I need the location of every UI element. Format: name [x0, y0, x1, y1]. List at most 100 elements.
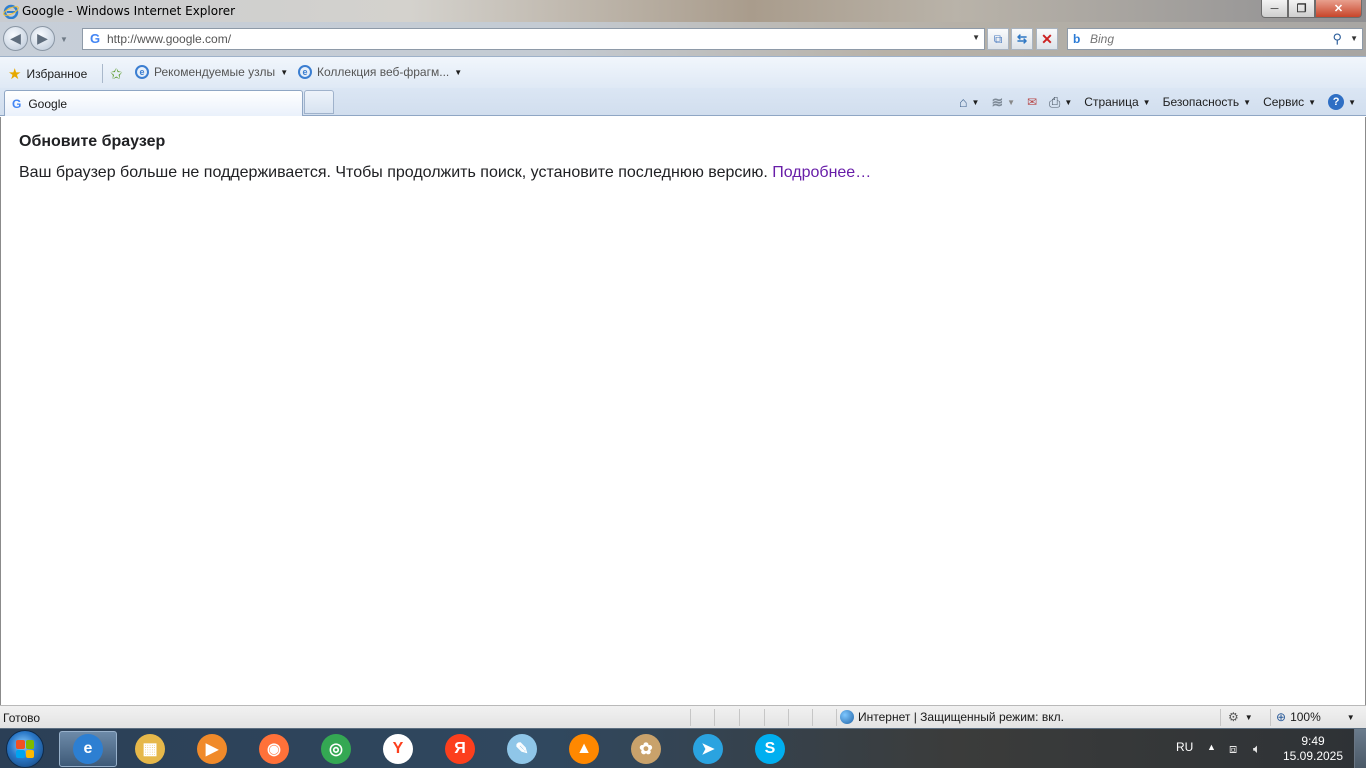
taskbar: e ▦ ▶ ◉ ◎ Y Я ✎ ▲ ✿ ➤ S RU ▲ ⧈ 🔈︎ 9:49 15.09.2025 [0, 728, 1366, 768]
stop-button[interactable]: ✕ [1036, 28, 1058, 50]
favorites-item-suggested-sites[interactable]: e Рекомендуемые узлы ▼ [135, 65, 288, 79]
favorites-button[interactable]: ★ Избранное [8, 65, 87, 83]
chevron-down-icon[interactable]: ▼ [1064, 98, 1072, 107]
feeds-button[interactable]: ≋ ▼ [987, 92, 1019, 112]
file-explorer-icon: ▦ [135, 734, 165, 764]
taskbar-app-chrome[interactable]: ◎ [307, 731, 365, 767]
address-bar[interactable]: G ▼ [82, 28, 985, 50]
status-divider [812, 709, 813, 726]
tab-row: G Google ⌂ ▼ ≋ ▼ ✉ ⎙ ▼ Страница ▼ Безопа… [0, 88, 1366, 116]
network-icon[interactable]: ⧈ [1229, 741, 1237, 757]
protected-mode-button[interactable]: ⚙ ▼ [1228, 710, 1253, 724]
print-button[interactable]: ⎙ ▼ [1045, 92, 1076, 112]
status-divider [836, 709, 837, 726]
close-button[interactable]: ✕ [1315, 0, 1362, 18]
status-divider [1270, 709, 1271, 726]
message-text: Ваш браузер больше не поддерживается. Чт… [19, 164, 773, 181]
search-input[interactable] [1090, 31, 1320, 47]
yandex-browser-icon: Y [383, 734, 413, 764]
help-menu[interactable]: ? ▼ [1324, 92, 1360, 112]
chevron-down-icon[interactable]: ▼ [972, 98, 980, 107]
taskbar-app-paint[interactable]: ✿ [617, 731, 675, 767]
read-mail-button[interactable]: ✉ [1023, 92, 1041, 112]
taskbar-app-skype[interactable]: S [741, 731, 799, 767]
favorites-separator [102, 64, 103, 83]
tab-label: Google [28, 96, 68, 111]
taskbar-app-firefox[interactable]: ◉ [245, 731, 303, 767]
window-controls: ─ ❐ ✕ [1261, 0, 1362, 18]
notepad-icon: ✎ [507, 734, 537, 764]
taskbar-app-vlc[interactable]: ▲ [555, 731, 613, 767]
clock[interactable]: 9:49 15.09.2025 [1280, 734, 1346, 764]
page-menu-label: Страница [1084, 95, 1139, 109]
safety-menu[interactable]: Безопасность ▼ [1159, 92, 1255, 112]
address-dropdown-icon[interactable]: ▼ [972, 33, 980, 42]
new-tab-button[interactable] [304, 90, 334, 114]
tools-menu[interactable]: Сервис ▼ [1259, 92, 1320, 112]
skype-icon: S [755, 734, 785, 764]
address-input[interactable] [107, 31, 967, 47]
command-bar: ⌂ ▼ ≋ ▼ ✉ ⎙ ▼ Страница ▼ Безопасность ▼ [955, 92, 1360, 112]
status-divider [690, 709, 691, 726]
telegram-icon: ➤ [693, 734, 723, 764]
home-button[interactable]: ⌂ ▼ [955, 92, 983, 112]
learn-more-link[interactable]: Подробнее… [772, 164, 871, 181]
taskbar-app-telegram[interactable]: ➤ [679, 731, 737, 767]
paint-icon: ✿ [631, 734, 661, 764]
google-g-icon: G [12, 96, 22, 111]
chevron-down-icon: ▼ [280, 67, 289, 77]
taskbar-app-notepad[interactable]: ✎ [493, 731, 551, 767]
firefox-icon: ◉ [259, 734, 289, 764]
tab-google[interactable]: G Google [4, 90, 303, 116]
taskbar-app-media-player[interactable]: ▶ [183, 731, 241, 767]
status-divider [764, 709, 765, 726]
taskbar-app-file-explorer[interactable]: ▦ [121, 731, 179, 767]
show-desktop-button[interactable] [1354, 729, 1366, 768]
favorites-star-icon: ★ [8, 66, 22, 83]
minimize-button[interactable]: ─ [1261, 0, 1288, 18]
add-to-favorites-bar-button[interactable]: ✩ [110, 65, 123, 83]
media-player-icon: ▶ [197, 734, 227, 764]
back-button[interactable]: ◀ [3, 26, 28, 51]
tools-menu-label: Сервис [1263, 95, 1305, 109]
taskbar-app-internet-explorer[interactable]: e [59, 731, 117, 767]
page-menu[interactable]: Страница ▼ [1080, 92, 1154, 112]
window-title: Google - Windows Internet Explorer [22, 4, 236, 18]
show-hidden-icons-icon[interactable]: ▲ [1207, 742, 1216, 752]
chevron-down-icon[interactable]: ▼ [1347, 713, 1355, 722]
zoom-control[interactable]: ⊕ 100% ▼ [1276, 710, 1355, 724]
chevron-down-icon: ▼ [1348, 97, 1356, 107]
volume-icon[interactable]: 🔈︎ [1253, 741, 1261, 757]
search-options-dropdown[interactable]: ▼ [1350, 34, 1358, 43]
page-message: Ваш браузер больше не поддерживается. Чт… [19, 164, 871, 182]
security-zone[interactable]: Интернет | Защищенный режим: вкл. [840, 710, 1064, 724]
search-box[interactable]: b ⚲ ▼ [1067, 28, 1363, 50]
status-divider [788, 709, 789, 726]
add-favorite-icon: ✩ [110, 66, 123, 83]
status-text: Готово [3, 711, 41, 725]
recent-pages-dropdown[interactable]: ▼ [60, 35, 68, 44]
maximize-button[interactable]: ❐ [1288, 0, 1315, 18]
chevron-down-icon: ▼ [1243, 97, 1252, 107]
favorites-item-web-slice-gallery[interactable]: e Коллекция веб-фрагм... ▼ [298, 65, 462, 79]
start-button[interactable] [6, 730, 44, 768]
chevron-down-icon[interactable]: ▼ [1007, 98, 1015, 107]
forward-button[interactable]: ▶ [30, 26, 55, 51]
mail-icon: ✉ [1027, 95, 1038, 109]
language-indicator[interactable]: RU [1176, 740, 1193, 754]
search-icon[interactable]: ⚲ [1332, 31, 1342, 47]
ie-window: Google - Windows Internet Explorer ─ ❐ ✕… [0, 0, 1366, 728]
taskbar-app-yandex[interactable]: Я [431, 731, 489, 767]
chrome-icon: ◎ [321, 734, 351, 764]
zoom-icon: ⊕ [1276, 710, 1287, 724]
status-bar: Готово Интернет | Защищенный режим: вкл.… [0, 705, 1366, 728]
taskbar-app-yandex-browser[interactable]: Y [369, 731, 427, 767]
status-divider [714, 709, 715, 726]
security-zone-label: Интернет | Защищенный режим: вкл. [858, 710, 1064, 724]
favorites-bar: ★ Избранное ✩ e Рекомендуемые узлы ▼ e К… [0, 56, 1366, 88]
compatibility-view-button[interactable]: ⧉ [987, 28, 1009, 50]
chevron-down-icon: ▼ [1142, 97, 1151, 107]
printer-icon: ⎙ [1049, 93, 1061, 110]
refresh-button[interactable]: ⇆ [1011, 28, 1033, 50]
chevron-down-icon: ▼ [454, 67, 463, 77]
